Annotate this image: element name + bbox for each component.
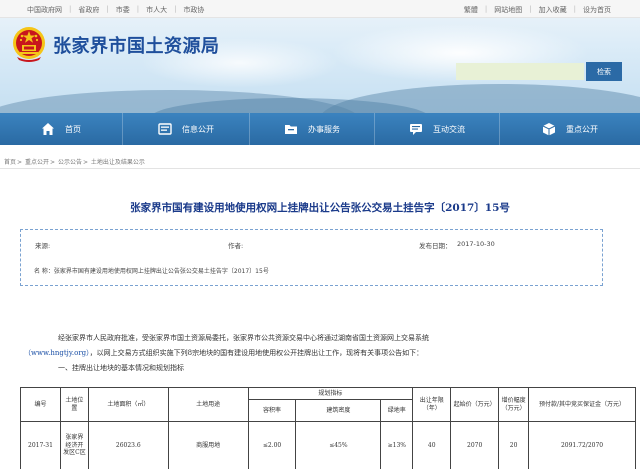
cell-use: 商服用地 <box>167 421 249 469</box>
search-button[interactable]: 检索 <box>586 62 622 81</box>
search-input[interactable] <box>456 63 584 80</box>
topbar-link-congress[interactable]: 市人大 <box>139 5 174 15</box>
main-nav: 首页 信息公开 办事服务 互动交流 重点公开 <box>0 113 640 145</box>
header-deposit: 预付款/其中竞买保证金（万元） <box>528 387 636 422</box>
page-title: 张家界市国有建设用地使用权网上挂牌出让公告张公交易土挂告字〔2017〕15号 <box>130 202 510 214</box>
breadcrumb-item[interactable]: 重点公开 <box>25 159 49 166</box>
top-utility-bar: 中国政府网 | 省政府 | 市委 | 市人大 | 市政协 繁體 | 网站地图 | 加入收藏 |… <box>0 0 640 18</box>
nav-item-key-disclosure[interactable]: 重点公开 <box>500 113 640 145</box>
nav-item-interaction[interactable]: 互动交流 <box>375 113 499 145</box>
set-homepage-link[interactable]: 设为首页 <box>576 5 618 15</box>
topbar-left-links: 中国政府网 | 省政府 | 市委 | 市人大 | 市政协 <box>20 5 211 15</box>
header-term: 出让年限（年） <box>412 387 452 422</box>
info-icon <box>158 123 172 135</box>
document-name: 名 称：张家界市国有建设用地使用权网上挂牌出让公告张公交易土挂告字〔2017〕1… <box>34 268 269 275</box>
chat-icon <box>410 124 422 135</box>
nav-item-services[interactable]: 办事服务 <box>250 113 374 145</box>
nav-item-info[interactable]: 信息公开 <box>123 113 249 145</box>
header-plot-ratio: 容积率 <box>247 399 297 422</box>
author-label: 作者: <box>228 242 244 250</box>
date-label: 发布日期： <box>419 242 452 250</box>
breadcrumb: 首页> 重点公开> 公示公告> 土地出让及结果公示 <box>4 157 146 166</box>
header-plan: 规划指标 <box>247 387 414 400</box>
header-green-rate: 绿地率 <box>380 399 414 422</box>
header-density: 建筑密度 <box>295 399 382 422</box>
cell-density: ≤45% <box>295 421 382 469</box>
topbar-link-party[interactable]: 市委 <box>109 5 137 15</box>
source-label: 来源: <box>35 242 51 250</box>
cell-term: 40 <box>412 421 452 469</box>
traditional-chinese-link[interactable]: 繁體 <box>457 5 485 15</box>
header-number: 编号 <box>20 387 61 422</box>
cell-area: 26023.6 <box>87 421 169 469</box>
trading-site-link[interactable]: （www.hngtjy.org） <box>24 349 90 357</box>
body-paragraph: 经张家界市人民政府批准，受张家界市国土资源局委托，张家界市公共资源交易中心将通过… <box>58 334 429 342</box>
topbar-link-cppcc[interactable]: 市政协 <box>176 5 211 15</box>
header-area: 土地面积（㎡） <box>87 387 169 422</box>
date-value: 2017-10-30 <box>457 240 495 248</box>
document-info-box: 来源: 作者: 发布日期： 2017-10-30 名 称：张家界市国有建设用地使… <box>20 229 603 286</box>
topbar-link-province[interactable]: 省政府 <box>71 5 106 15</box>
home-icon <box>42 123 54 135</box>
breadcrumb-item[interactable]: 首页 <box>4 159 16 166</box>
cell-number: 2017-31 <box>20 421 61 469</box>
nav-label: 重点公开 <box>566 124 598 134</box>
table-row: 2017-31 张家界经济开发区C区 26023.6 商服用地 ≤2.00 ≤4… <box>20 421 636 469</box>
nav-label: 信息公开 <box>182 124 214 134</box>
nav-label: 首页 <box>65 124 81 134</box>
section-heading: 一、挂牌出让地块的基本情况和规划指标 <box>58 364 184 372</box>
header-location: 土地位置 <box>59 387 89 422</box>
header-increment: 增价幅度（万元） <box>498 387 530 422</box>
breadcrumb-item[interactable]: 土地出让及结果公示 <box>91 159 145 166</box>
topbar-right-links: 繁體 | 网站地图 | 加入收藏 | 设为首页 <box>457 5 618 15</box>
national-emblem-icon[interactable] <box>12 25 46 63</box>
cell-deposit: 2091.72/2070 <box>528 421 636 469</box>
cell-green-rate: ≥13% <box>380 421 414 469</box>
cell-plot-ratio: ≤2.00 <box>247 421 297 469</box>
land-parcel-table: 编号 土地位置 土地面积（㎡） 土地用途 规划指标 出让年限（年） 起始价（万元… <box>20 387 636 469</box>
bookmark-link[interactable]: 加入收藏 <box>532 5 574 15</box>
cell-start-price: 2070 <box>450 421 500 469</box>
cube-icon <box>542 123 556 136</box>
breadcrumb-item[interactable]: 公示公告 <box>58 159 82 166</box>
body-text: ，以网上交易方式组织实施下列8宗地块的国有建设用地使用权公开挂牌出让工作，现将有… <box>89 349 424 357</box>
header-start-price: 起始价（万元） <box>450 387 500 422</box>
folder-icon <box>285 125 297 134</box>
breadcrumb-separator: > <box>82 159 88 166</box>
nav-label: 互动交流 <box>433 124 465 134</box>
sitemap-link[interactable]: 网站地图 <box>487 5 529 15</box>
cell-increment: 20 <box>498 421 530 469</box>
nav-label: 办事服务 <box>308 124 340 134</box>
site-header: 张家界市国土资源局 检索 <box>0 18 640 113</box>
content-divider <box>0 168 640 169</box>
cell-location: 张家界经济开发区C区 <box>59 421 89 469</box>
topbar-link-gov[interactable]: 中国政府网 <box>20 5 69 15</box>
header-use: 土地用途 <box>167 387 249 422</box>
breadcrumb-separator: > <box>17 159 23 166</box>
body-paragraph: （www.hngtjy.org），以网上交易方式组织实施下列8宗地块的国有建设用… <box>24 348 423 358</box>
breadcrumb-separator: > <box>49 159 56 166</box>
nav-item-home[interactable]: 首页 <box>0 113 122 145</box>
site-title[interactable]: 张家界市国土资源局 <box>53 32 220 58</box>
